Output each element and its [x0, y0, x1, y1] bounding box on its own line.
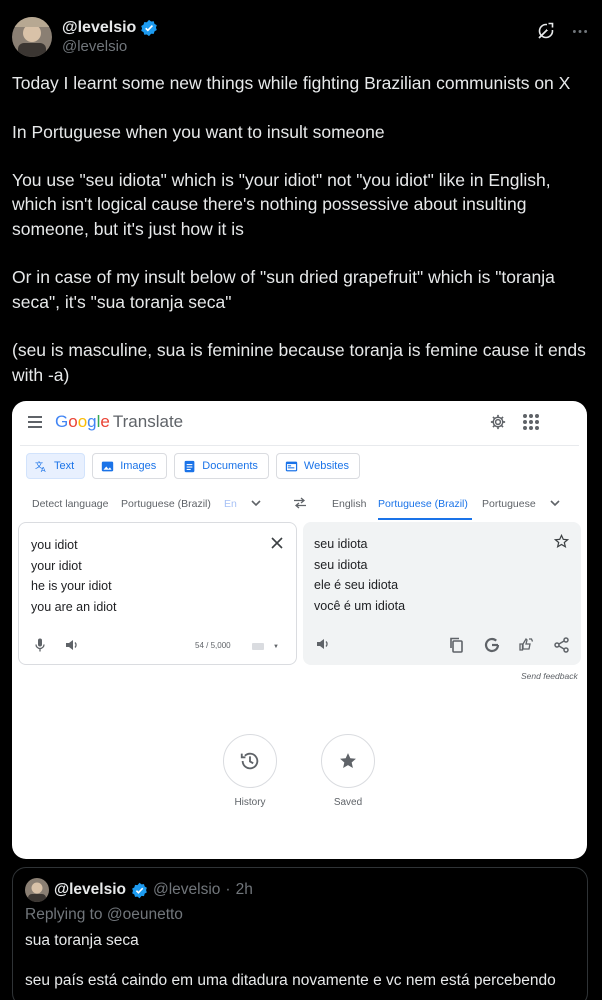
star-icon [554, 534, 569, 549]
source-line: he is your idiot [31, 579, 112, 593]
saved-star-icon [340, 753, 356, 768]
quoted-paragraph: sua toranja seca [25, 932, 139, 949]
rate-translation-icon [519, 637, 534, 651]
quoted-author-name: @levelsio [54, 881, 126, 898]
tweet-paragraph: You use "seu idiota" which is "your idio… [12, 170, 551, 239]
grok-icon[interactable] [536, 21, 556, 41]
author-handle[interactable]: @levelsio [62, 38, 158, 55]
character-count: 54 / 5,000 [195, 641, 231, 650]
swap-languages-icon [294, 497, 306, 509]
clear-text-icon [271, 537, 283, 549]
send-feedback-link: Send feedback [521, 671, 578, 681]
quoted-paragraph: seu país está caindo em uma ditadura nov… [25, 972, 556, 989]
quoted-author-handle: @levelsio [152, 881, 221, 898]
source-line: your idiot [31, 558, 82, 573]
translate-icon: 文A [35, 460, 46, 473]
source-line: you idiot [31, 538, 78, 552]
google-g-icon [484, 637, 500, 653]
verified-badge-icon [140, 19, 158, 37]
dot-separator: · [225, 881, 231, 898]
attached-image[interactable]: Google Translate 文A Text Images Documents… [12, 401, 587, 859]
more-options-icon[interactable] [570, 21, 590, 41]
share-icon [554, 637, 569, 653]
translation-line: você é um idiota [314, 598, 406, 613]
replying-to: Replying to @oeunetto [25, 906, 183, 923]
google-translate-header: Google Translate [12, 401, 587, 445]
history-button: History [223, 734, 277, 808]
chevron-down-icon [550, 500, 560, 507]
tweet-paragraph: In Portuguese when you want to insult so… [12, 121, 385, 142]
quoted-tweet-body: sua toranja seca seu país está caindo em… [25, 931, 577, 1000]
website-icon [285, 461, 298, 471]
svg-text:A: A [41, 465, 46, 473]
keyboard-icon [252, 643, 264, 650]
tweet-header: @levelsio @levelsio [12, 14, 590, 60]
tab-documents: Documents [174, 453, 269, 479]
copy-icon [450, 637, 463, 653]
saved-label: Saved [333, 797, 363, 808]
source-lang-portuguese: Portuguese (Brazil) [121, 498, 211, 510]
caret-down-icon: ▼ [273, 644, 279, 650]
tab-text: 文A Text [26, 453, 86, 479]
speaker-icon [66, 640, 77, 650]
tab-websites: Websites [275, 453, 360, 479]
language-bar: Detect language Portuguese (Brazil) En E… [12, 495, 587, 520]
source-lang-english: En [224, 498, 237, 510]
tweet-body: Today I learnt some new things while fig… [12, 71, 592, 387]
document-icon [184, 460, 195, 472]
translation-line: seu idiota [314, 537, 368, 551]
target-lang-portuguese-brazil: Portuguese (Brazil) [378, 498, 468, 510]
author-avatar[interactable] [12, 17, 52, 57]
source-lang-detect: Detect language [32, 498, 109, 510]
tweet-paragraph: Or in case of my insult below of "sun dr… [12, 267, 555, 312]
mode-tabs: 文A Text Images Documents Websites [26, 453, 360, 479]
translation-result-box: seu idiota seu idiota ele é seu idiota v… [303, 522, 581, 665]
tab-images: Images [92, 453, 168, 479]
target-lang-english: English [332, 498, 367, 510]
settings-gear-icon [489, 413, 507, 431]
chevron-down-icon [251, 500, 261, 507]
translation-line: ele é seu idiota [314, 578, 399, 592]
tweet-paragraph: Today I learnt some new things while fig… [12, 73, 571, 93]
saved-button: Saved [321, 734, 375, 808]
tweet-paragraph: (seu is masculine, sua is feminine becau… [12, 340, 586, 385]
microphone-icon [35, 638, 45, 652]
verified-badge-icon [131, 882, 148, 899]
active-lang-underline [378, 518, 472, 520]
header-divider [20, 445, 579, 446]
menu-icon [28, 416, 42, 428]
speaker-icon [317, 639, 328, 649]
translation-line: seu idiota [314, 557, 368, 572]
source-text-box: you idiot your idiot he is your idiot yo… [18, 522, 297, 665]
image-icon [102, 461, 114, 471]
history-label: History [234, 797, 266, 808]
source-line: you are an idiot [31, 599, 117, 614]
apps-grid-icon [523, 414, 539, 430]
target-lang-portuguese: Portuguese [482, 498, 536, 510]
history-icon [240, 752, 259, 770]
quoted-timestamp: 2h [235, 881, 253, 898]
author-display-name[interactable]: @levelsio [62, 19, 136, 37]
google-translate-logo: Google Translate [55, 412, 184, 431]
quoted-tweet[interactable]: @levelsio @levelsio · 2h Replying to @oe… [12, 867, 588, 1000]
quoted-author-avatar [25, 878, 49, 902]
